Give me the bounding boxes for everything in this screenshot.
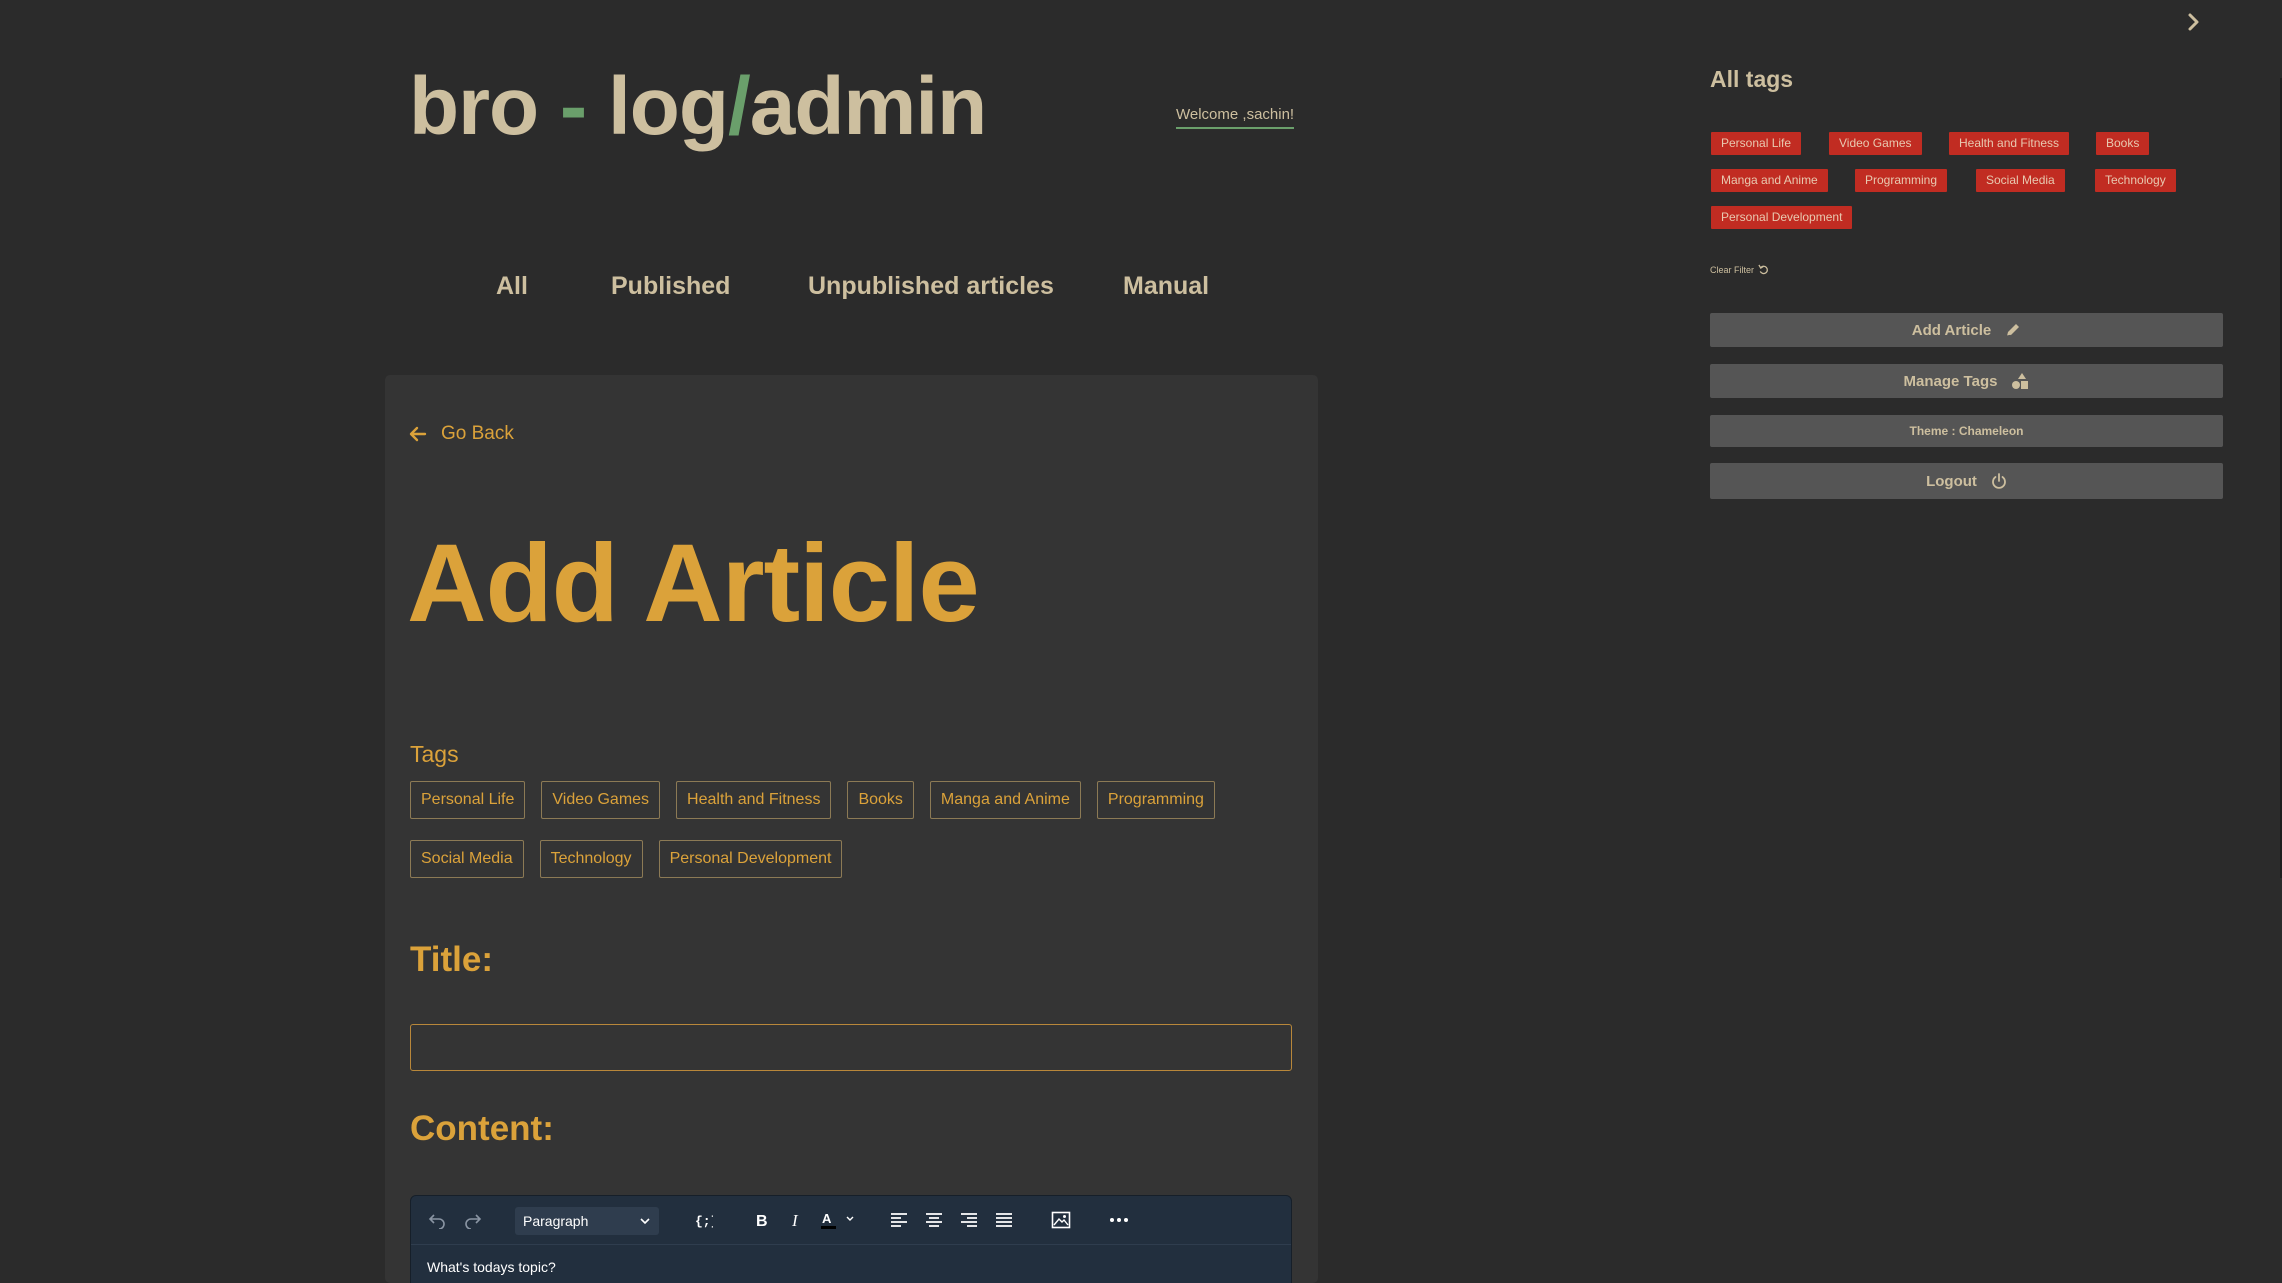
nav-all[interactable]: All [496, 272, 528, 301]
align-justify-icon [996, 1213, 1012, 1227]
bold-button[interactable]: B [749, 1208, 773, 1232]
filter-tag-personal-life[interactable]: Personal Life [1711, 132, 1802, 155]
text-color-icon: A [821, 1211, 854, 1229]
filter-tag-books[interactable]: Books [2096, 132, 2150, 155]
chevron-right-icon [2188, 13, 2199, 31]
add-article-card: Go Back Add Article Tags Personal Life V… [385, 375, 1318, 1283]
clear-filter-label: Clear Filter [1710, 264, 1755, 275]
code-button[interactable]: {;} [691, 1208, 715, 1232]
chevron-down-icon [640, 1218, 650, 1225]
content-label: Content: [410, 1109, 554, 1148]
arrow-left-icon [409, 426, 427, 442]
image-icon [1051, 1211, 1071, 1229]
svg-text:I: I [791, 1211, 799, 1229]
code-icon: {;} [695, 1214, 713, 1229]
italic-button[interactable]: I [784, 1208, 808, 1232]
tag-books[interactable]: Books [847, 781, 914, 819]
filter-tag-manga-and-anime[interactable]: Manga and Anime [1711, 169, 1828, 192]
filter-tag-video-games[interactable]: Video Games [1829, 132, 1922, 155]
tag-personal-life[interactable]: Personal Life [410, 781, 526, 819]
refresh-icon [1758, 264, 1768, 275]
insert-image-button[interactable] [1049, 1208, 1073, 1232]
logo-bro: bro [409, 61, 539, 152]
editor-content-area[interactable]: What's todays topic? [411, 1245, 1291, 1283]
filter-tag-social-media[interactable]: Social Media [1976, 169, 2065, 192]
shapes-icon [2012, 373, 2029, 389]
logo-slash: / [727, 61, 751, 152]
logout-button[interactable]: Logout [1710, 463, 2223, 499]
align-center-icon [926, 1213, 942, 1227]
more-button[interactable] [1107, 1208, 1131, 1232]
align-center-button[interactable] [922, 1208, 946, 1232]
nav-published[interactable]: Published [611, 272, 730, 301]
svg-text:{;}: {;} [695, 1214, 713, 1229]
add-article-button[interactable]: Add Article [1710, 313, 2223, 347]
logout-label: Logout [1926, 472, 1977, 490]
tag-video-games[interactable]: Video Games [541, 781, 661, 819]
title-label: Title: [410, 940, 493, 979]
bold-icon: B [756, 1213, 768, 1229]
tag-programming[interactable]: Programming [1096, 781, 1215, 819]
undo-icon [428, 1214, 445, 1229]
align-left-icon [891, 1213, 907, 1227]
align-right-icon [961, 1213, 977, 1227]
svg-text:B: B [756, 1213, 768, 1229]
tag-manga-and-anime[interactable]: Manga and Anime [929, 781, 1081, 819]
logo-dash: - [538, 61, 608, 152]
theme-label: Theme : Chameleon [1909, 424, 2024, 438]
clear-filter-button[interactable]: Clear Filter [1710, 264, 1769, 275]
filter-tag-technology[interactable]: Technology [2095, 169, 2176, 192]
title-input[interactable] [410, 1024, 1292, 1071]
align-left-button[interactable] [887, 1208, 911, 1232]
filter-tag-programming[interactable]: Programming [1855, 169, 1948, 192]
welcome-message[interactable]: Welcome ,sachin! [1176, 106, 1295, 129]
more-icon [1110, 1218, 1128, 1222]
block-format-select[interactable]: Paragraph [515, 1207, 659, 1235]
theme-button[interactable]: Theme : Chameleon [1710, 415, 2223, 447]
tag-list: Personal Life Video Games Health and Fit… [410, 781, 1310, 878]
tag-social-media[interactable]: Social Media [410, 840, 524, 878]
redo-button[interactable] [461, 1208, 485, 1232]
filter-tag-personal-development[interactable]: Personal Development [1711, 206, 1853, 229]
rich-text-editor: Paragraph {;} B I A [410, 1195, 1292, 1283]
editor-toolbar: Paragraph {;} B I A [411, 1196, 1291, 1245]
manage-tags-label: Manage Tags [1903, 372, 1998, 390]
tag-health-and-fitness[interactable]: Health and Fitness [676, 781, 832, 819]
sidebar-toggle-button[interactable] [2184, 10, 2202, 39]
filter-tag-health-and-fitness[interactable]: Health and Fitness [1949, 132, 2070, 155]
svg-text:A: A [822, 1211, 832, 1226]
all-tags-title: All tags [1710, 66, 1794, 92]
block-format-value: Paragraph [523, 1213, 589, 1229]
nav-unpublished-articles[interactable]: Unpublished articles [808, 272, 1054, 301]
tag-personal-development[interactable]: Personal Development [658, 840, 843, 878]
pencil-icon [2007, 324, 2020, 337]
undo-button[interactable] [425, 1208, 449, 1232]
editor-placeholder: What's todays topic? [427, 1259, 556, 1275]
manage-tags-button[interactable]: Manage Tags [1710, 364, 2223, 398]
redo-icon [465, 1214, 482, 1229]
align-right-button[interactable] [957, 1208, 981, 1232]
site-logo[interactable]: bro - log/admin [409, 60, 987, 154]
nav-manual[interactable]: Manual [1123, 272, 1209, 301]
tag-technology[interactable]: Technology [539, 840, 643, 878]
align-justify-button[interactable] [992, 1208, 1016, 1232]
go-back-label: Go Back [441, 423, 514, 444]
page-title: Add Article [407, 522, 980, 645]
tags-label: Tags [410, 741, 459, 767]
text-color-button[interactable]: A [819, 1208, 861, 1232]
add-article-label: Add Article [1911, 321, 1992, 339]
go-back-link[interactable]: Go Back [409, 423, 514, 445]
logo-admin: admin [749, 61, 987, 152]
italic-icon: I [791, 1211, 799, 1229]
logo-log: log [607, 61, 729, 152]
power-icon [1992, 473, 2006, 489]
